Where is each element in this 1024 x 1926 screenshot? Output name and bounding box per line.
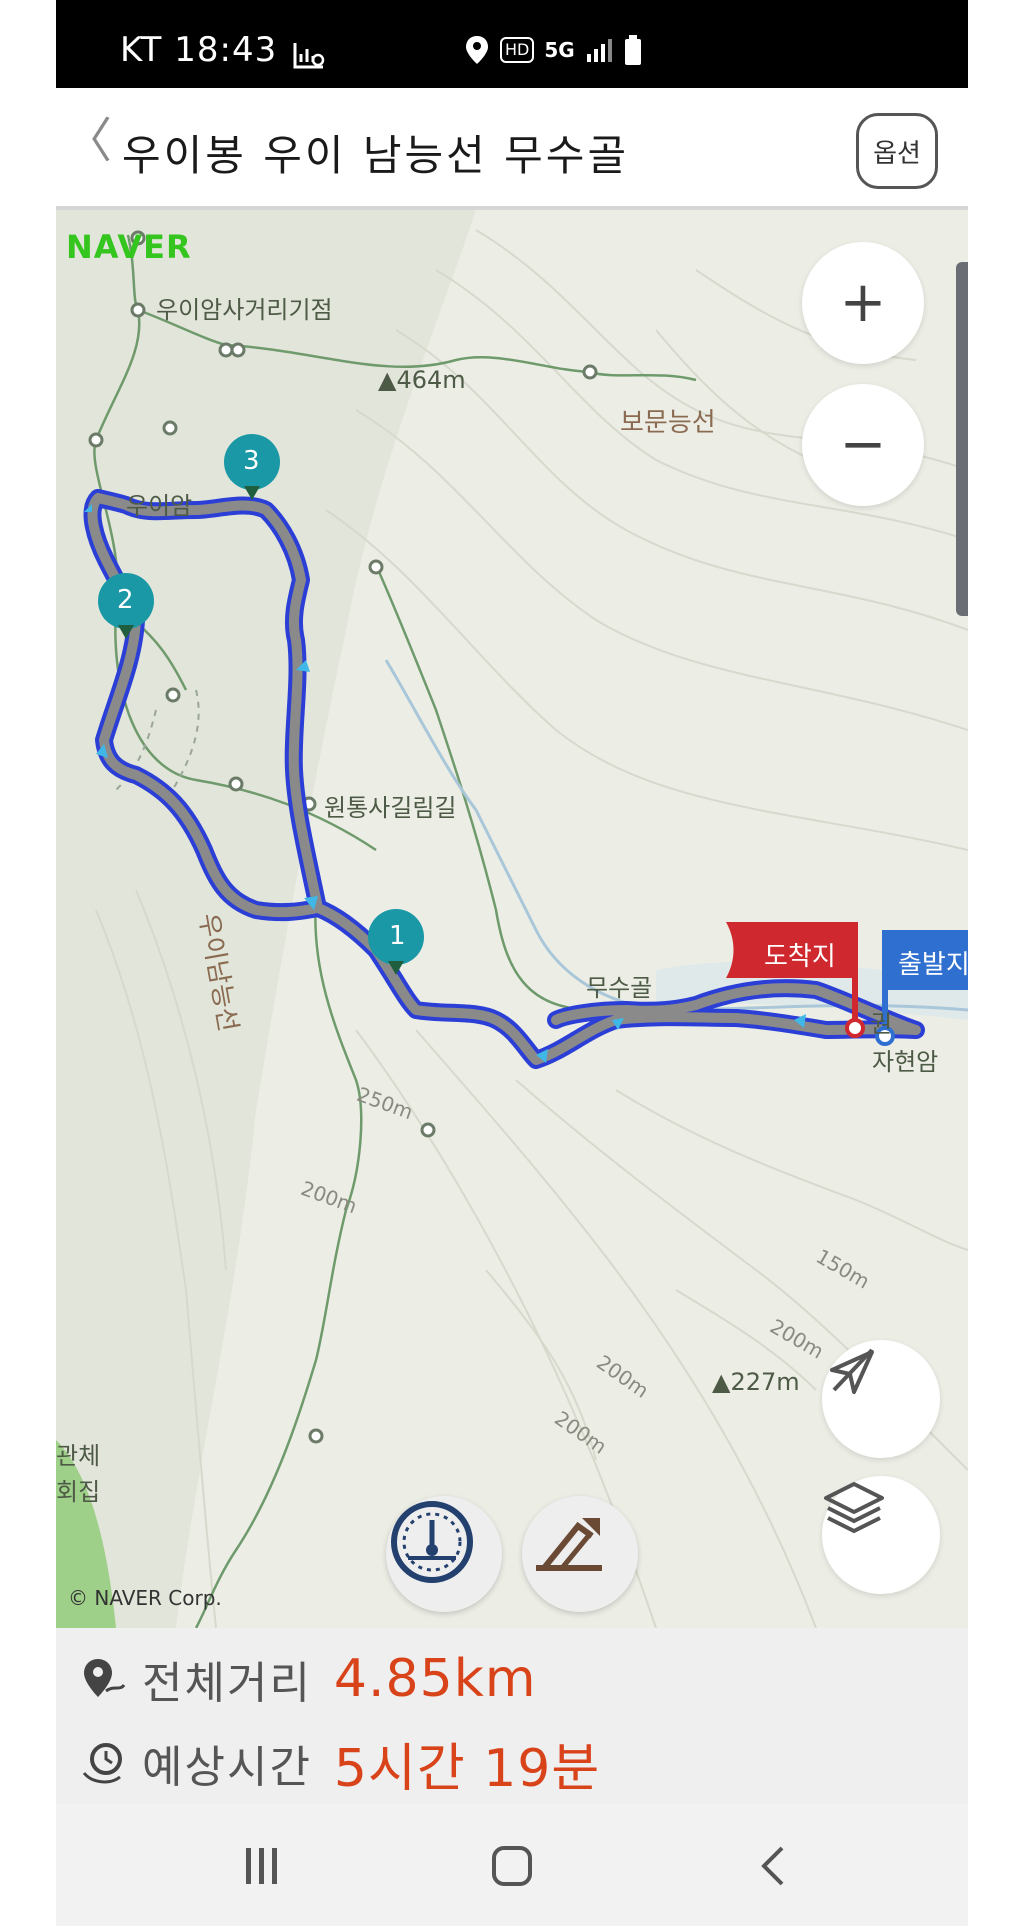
layers-icon <box>824 1482 884 1534</box>
hd-icon: HD <box>500 37 535 63</box>
options-button[interactable]: 옵션 <box>856 113 938 189</box>
5g-icon: 5G <box>544 38 575 62</box>
map-label-bomun: 보문능선 <box>620 408 716 438</box>
app-header: 〈 우이봉 우이 남능선 무수골 옵션 <box>56 88 968 212</box>
distance-pin-icon <box>84 1659 126 1697</box>
app-frame: KT 18:43 HD 5G 〈 우이봉 우이 남능선 무수골 옵션 3 2 1… <box>56 0 968 1926</box>
waypoint-2-label: 2 <box>117 585 134 615</box>
map-label-musugol: 무수골 <box>586 974 653 1002</box>
location-icon <box>466 36 488 64</box>
map-label-jahyeonam: 자현암 <box>872 1048 939 1076</box>
recent-apps-button[interactable] <box>232 1836 292 1896</box>
carrier-time: KT 18:43 <box>120 30 278 70</box>
waypoint-1-label: 1 <box>389 921 406 951</box>
map-label-wontong: 원통사길림길 <box>324 794 457 822</box>
speedometer-button[interactable] <box>386 1496 502 1612</box>
compass-off-icon <box>830 1348 874 1394</box>
plus-icon: + <box>839 270 887 335</box>
map-copyright: © NAVER Corp. <box>68 1586 222 1610</box>
map-view[interactable]: 3 2 1 도착지 출발지 NAVER 우이암사거리기점 ▲464m 보문능선 … <box>56 210 968 1628</box>
time-row: 예상시간 5시간 19분 <box>80 1728 601 1799</box>
back-button[interactable]: 〈 <box>64 116 112 166</box>
route-info-panel: 전체거리 4.85km 예상시간 5시간 19분 <box>56 1628 968 1804</box>
back-chevron-icon <box>761 1846 784 1886</box>
finish-flag-label: 도착지 <box>764 942 836 972</box>
page-title: 우이봉 우이 남능선 무수골 <box>122 131 630 180</box>
time-value: 5시간 19분 <box>333 1738 601 1799</box>
waypoint-3-label: 3 <box>243 446 260 476</box>
map-label-uiam: 우이암 <box>126 492 193 520</box>
naver-logo: NAVER <box>66 228 192 266</box>
time-label: 예상시간 <box>142 1742 312 1793</box>
recent-apps-icon <box>246 1848 277 1884</box>
map-label-hall-1: 관체 <box>56 1442 101 1470</box>
distance-label: 전체거리 <box>142 1658 312 1709</box>
analytics-icon <box>293 43 325 69</box>
map-label-peak-464: ▲464m <box>378 366 466 394</box>
system-back-button[interactable] <box>744 1836 804 1896</box>
stream <box>384 659 968 1012</box>
time-clock-icon <box>82 1743 122 1784</box>
map-label-junction: 우이암사거리기점 <box>156 296 333 324</box>
distance-row: 전체거리 4.85km <box>80 1644 536 1714</box>
battery-icon <box>624 35 641 65</box>
start-flag-label: 출발지 <box>898 950 968 980</box>
status-icons: HD 5G <box>464 34 643 66</box>
elevation-icon <box>536 1518 602 1571</box>
system-nav-bar <box>56 1804 968 1926</box>
minus-icon: − <box>839 412 887 477</box>
map-label-peak-227: ▲227m <box>712 1368 800 1396</box>
home-icon <box>492 1846 532 1886</box>
map-label-gwon: 권 <box>870 1010 893 1038</box>
signal-icon <box>586 39 612 62</box>
distance-value: 4.85km <box>333 1649 537 1709</box>
map-layers-button[interactable] <box>822 1476 940 1594</box>
scroll-handle[interactable] <box>956 262 968 616</box>
zoom-out-button[interactable]: − <box>802 384 924 506</box>
status-bar: KT 18:43 HD 5G <box>56 0 968 88</box>
location-tracking-button[interactable] <box>822 1340 940 1458</box>
speedometer-icon <box>391 1501 473 1583</box>
elevation-profile-button[interactable] <box>522 1496 638 1612</box>
map-label-hall-2: 회집 <box>56 1478 101 1506</box>
home-button[interactable] <box>480 1836 544 1896</box>
zoom-in-button[interactable]: + <box>802 242 924 364</box>
